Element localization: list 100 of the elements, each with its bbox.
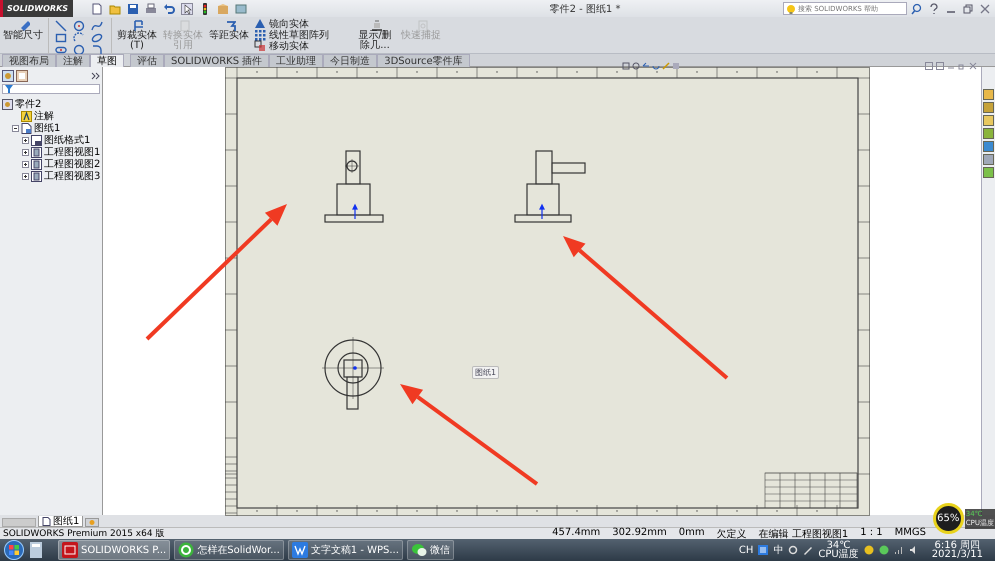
tray-app-icon[interactable] xyxy=(864,545,874,555)
ribbon-list-button[interactable]: 镜向实体 xyxy=(254,18,350,29)
taskbar-button[interactable]: 微信 xyxy=(406,540,454,560)
tab[interactable]: 3DSource零件库 xyxy=(377,54,470,67)
property-tab-icon[interactable] xyxy=(16,70,28,82)
close-icon[interactable] xyxy=(969,62,977,70)
line-icon[interactable] xyxy=(55,20,67,32)
tray-app-icon[interactable] xyxy=(878,545,889,555)
status-text: SOLIDWORKS Premium 2015 x64 版 xyxy=(3,528,164,540)
sheet-format-icon xyxy=(31,134,42,146)
ribbon-list-button[interactable]: 移动实体 xyxy=(254,40,350,51)
tab[interactable]: 工业助理 xyxy=(269,54,324,67)
taskbar-button[interactable]: 文字文稿1 - WPS... xyxy=(288,540,403,560)
ellipse-icon[interactable] xyxy=(91,32,103,44)
app-logo: SOLIDWORKS xyxy=(0,0,74,17)
temperature-label: CPU温度 xyxy=(818,550,859,559)
calculator-icon[interactable] xyxy=(28,542,44,558)
status-field: 457.4mm xyxy=(552,526,600,540)
expander-icon[interactable] xyxy=(22,160,29,168)
ribbon-button[interactable]: 等距实体 xyxy=(208,18,250,41)
filter-icon xyxy=(5,85,13,93)
chat-icon xyxy=(410,542,427,558)
zoom-fit-icon[interactable] xyxy=(622,62,630,70)
tree-item[interactable]: 工程图视图2 xyxy=(44,157,100,171)
arc-icon[interactable] xyxy=(73,32,85,44)
new-document-icon[interactable] xyxy=(91,2,104,14)
tree-item[interactable]: 图纸1 xyxy=(34,121,60,135)
restore-icon[interactable] xyxy=(958,62,966,70)
expander-icon[interactable] xyxy=(22,136,29,144)
grid-icon xyxy=(254,28,266,40)
drawing-view-icon xyxy=(31,170,42,182)
taskbar-button[interactable]: 怎样在SolidWor... xyxy=(174,540,284,560)
drawing-view-icon xyxy=(31,158,42,170)
ribbon-button[interactable]: 智能尺寸 xyxy=(2,18,44,41)
taskbar-button[interactable]: SOLIDWORKS P... xyxy=(58,540,170,560)
window-title: 零件2 - 图纸1 * xyxy=(548,2,620,16)
pan-icon[interactable] xyxy=(662,62,670,70)
rectangle-icon[interactable] xyxy=(55,32,67,44)
spline-icon[interactable] xyxy=(91,20,103,32)
status-field: 1 : 1 xyxy=(860,526,883,540)
display-style-icon[interactable] xyxy=(672,62,680,70)
signal-icon[interactable] xyxy=(894,545,904,555)
sheet-tab[interactable]: 图纸1 xyxy=(38,516,84,527)
clock-time[interactable]: 6:16 周四 xyxy=(934,541,980,550)
tree-item[interactable]: 工程图视图3 xyxy=(44,169,100,183)
ribbon-button[interactable]: 显示/删除几... xyxy=(354,18,396,51)
expander-icon[interactable] xyxy=(12,124,19,132)
fillet-icon[interactable] xyxy=(91,44,103,56)
expander-icon[interactable] xyxy=(22,172,29,180)
ribbon-button[interactable]: 剪裁实体(T) xyxy=(116,18,158,51)
tree-item[interactable]: 注解 xyxy=(34,109,54,123)
ime-mode[interactable]: 中 xyxy=(773,543,784,557)
tab[interactable]: SOLIDWORKS 插件 xyxy=(164,54,270,67)
status-field: MMGS xyxy=(894,526,926,540)
tile-icon[interactable] xyxy=(925,62,933,70)
status-field: 0mm xyxy=(678,526,705,540)
cursor-icon[interactable] xyxy=(181,2,194,14)
filter-field[interactable] xyxy=(2,84,100,94)
slot-icon[interactable] xyxy=(55,44,67,56)
app-icon xyxy=(62,542,78,558)
zoom-area-icon[interactable] xyxy=(632,62,640,70)
expander-icon[interactable] xyxy=(22,148,29,156)
tab[interactable]: 视图布局 xyxy=(2,54,56,67)
save-icon[interactable] xyxy=(127,2,140,14)
part-icon xyxy=(2,98,13,110)
drawing-view-icon xyxy=(31,146,42,158)
settings-icon[interactable] xyxy=(788,545,798,555)
sheet-icon xyxy=(21,122,32,134)
browser-icon xyxy=(178,542,194,558)
tab[interactable]: 草图 xyxy=(90,54,124,67)
tab[interactable]: 评估 xyxy=(130,54,164,67)
sheet-label: 图纸1 xyxy=(472,366,500,379)
help-icon[interactable] xyxy=(928,2,940,14)
start-button-icon[interactable] xyxy=(4,540,24,560)
status-field: 302.92mm xyxy=(612,526,667,540)
tree-item[interactable]: 图纸格式1 xyxy=(44,133,90,147)
tile-icon[interactable] xyxy=(936,62,944,70)
keyboard-icon[interactable] xyxy=(758,545,768,555)
edit-icon[interactable] xyxy=(803,545,814,555)
help-bulb-icon xyxy=(786,4,796,14)
undo-icon[interactable] xyxy=(163,2,176,14)
status-field: 在编辑 工程图视图1 xyxy=(758,526,848,540)
close-icon[interactable] xyxy=(979,2,991,14)
clock-date[interactable]: 2021/3/11 xyxy=(932,550,983,559)
move-icon xyxy=(254,40,266,52)
tree-item[interactable]: 零件2 xyxy=(15,97,42,111)
tab[interactable]: 今日制造 xyxy=(323,54,378,67)
tree-item[interactable]: 工程图视图1 xyxy=(44,145,100,159)
status-field: 欠定义 xyxy=(716,526,747,540)
ribbon-list-button[interactable]: 线性草图阵列 xyxy=(254,29,350,40)
expand-panel-icon[interactable] xyxy=(91,71,100,81)
input-language[interactable]: CH xyxy=(738,544,754,556)
tab[interactable]: 注解 xyxy=(56,54,90,67)
feature-tree-tab-icon[interactable] xyxy=(2,70,14,82)
search-icon[interactable] xyxy=(911,2,923,14)
circle-icon[interactable] xyxy=(73,20,85,32)
document-icon xyxy=(292,542,308,558)
restore-icon[interactable] xyxy=(962,2,974,14)
print-icon[interactable] xyxy=(145,2,158,14)
annotation-icon xyxy=(21,110,32,122)
